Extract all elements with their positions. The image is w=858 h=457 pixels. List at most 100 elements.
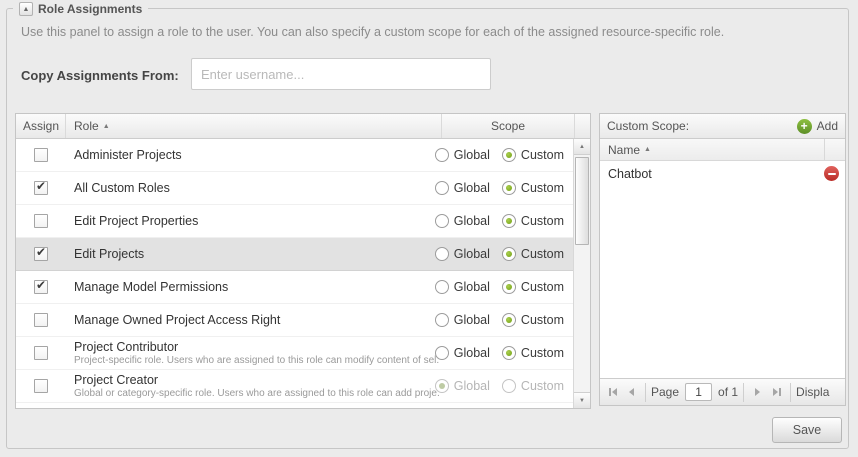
- sort-asc-icon: ▲: [103, 123, 110, 130]
- custom-radio-label: Custom: [521, 313, 564, 327]
- assign-checkbox[interactable]: ✔: [34, 280, 48, 294]
- custom-radio[interactable]: [502, 148, 516, 162]
- custom-radio-label: Custom: [521, 280, 564, 294]
- global-radio[interactable]: [435, 214, 449, 228]
- remove-scope-button[interactable]: [824, 166, 839, 181]
- custom-radio-label: Custom: [521, 346, 564, 360]
- collapse-panel-button[interactable]: ▲: [19, 2, 33, 16]
- table-scrollbar[interactable]: ▲ ▼: [573, 139, 590, 408]
- role-name: Manage Model Permissions: [74, 280, 440, 294]
- table-row[interactable]: ✔ Edit Project Properties Global Custom: [16, 205, 573, 238]
- role-name: All Custom Roles: [74, 181, 440, 195]
- prev-page-icon: [629, 388, 634, 396]
- roles-table-body: ✔ Administer Projects Global Custom ✔ Al…: [16, 139, 590, 408]
- table-row[interactable]: ✔ All Custom Roles Global Custom: [16, 172, 573, 205]
- custom-radio-label: Custom: [521, 247, 564, 261]
- minus-icon: [828, 173, 836, 175]
- global-radio[interactable]: [435, 379, 449, 393]
- last-page-icon: [779, 388, 781, 396]
- scroll-down-button[interactable]: ▼: [574, 392, 590, 408]
- add-label: Add: [817, 119, 838, 133]
- check-icon: ✔: [36, 179, 46, 193]
- last-page-button[interactable]: [768, 384, 785, 401]
- global-radio[interactable]: [435, 148, 449, 162]
- assign-header-label: Assign: [23, 119, 59, 133]
- add-icon: +: [797, 119, 812, 134]
- custom-scope-panel: Custom Scope: + Add Name ▲ Chatbot Page …: [599, 113, 846, 406]
- scope-name: Chatbot: [608, 167, 652, 181]
- name-column-header[interactable]: Name ▲: [600, 139, 845, 161]
- page-number-input[interactable]: [685, 383, 712, 401]
- global-radio-label: Global: [454, 379, 490, 393]
- panel-description: Use this panel to assign a role to the u…: [21, 25, 834, 39]
- global-radio-label: Global: [454, 148, 490, 162]
- global-radio[interactable]: [435, 346, 449, 360]
- save-button[interactable]: Save: [772, 417, 842, 443]
- custom-scope-list: Chatbot: [600, 161, 845, 378]
- first-page-button[interactable]: [604, 384, 621, 401]
- prev-page-button[interactable]: [623, 384, 640, 401]
- copy-assignments-input[interactable]: [191, 58, 491, 90]
- custom-radio[interactable]: [502, 313, 516, 327]
- custom-radio[interactable]: [502, 346, 516, 360]
- add-scope-button[interactable]: + Add: [797, 119, 838, 134]
- scope-header-label: Scope: [491, 119, 525, 133]
- check-icon: ✔: [36, 278, 46, 292]
- custom-radio[interactable]: [502, 247, 516, 261]
- global-radio-label: Global: [454, 346, 490, 360]
- role-description: Project-specific role. Users who are ass…: [74, 355, 440, 366]
- assign-checkbox[interactable]: ✔: [34, 181, 48, 195]
- pagination-separator: [790, 383, 791, 402]
- global-radio-label: Global: [454, 280, 490, 294]
- next-page-button[interactable]: [749, 384, 766, 401]
- custom-radio-label: Custom: [521, 148, 564, 162]
- global-radio-label: Global: [454, 181, 490, 195]
- custom-radio[interactable]: [502, 379, 516, 393]
- global-radio-label: Global: [454, 214, 490, 228]
- pagination-separator: [743, 383, 744, 402]
- custom-radio[interactable]: [502, 181, 516, 195]
- global-radio[interactable]: [435, 181, 449, 195]
- scope-list-item[interactable]: Chatbot: [600, 161, 845, 186]
- table-row[interactable]: ✔ Project Creator Global or category-spe…: [16, 370, 573, 403]
- check-icon: ✔: [36, 245, 46, 259]
- table-row[interactable]: ✔ Project Contributor Project-specific r…: [16, 337, 573, 370]
- display-label: Displa: [796, 385, 829, 399]
- custom-radio[interactable]: [502, 280, 516, 294]
- role-name: Manage Owned Project Access Right: [74, 313, 440, 327]
- panel-legend: ▲ Role Assignments: [13, 1, 148, 17]
- role-name: Edit Projects: [74, 247, 440, 261]
- role-name: Project Contributor: [74, 340, 440, 354]
- assign-checkbox[interactable]: ✔: [34, 214, 48, 228]
- global-radio-label: Global: [454, 313, 490, 327]
- table-row[interactable]: ✔ Edit Projects Global Custom: [16, 238, 573, 271]
- scope-column-header[interactable]: Scope: [441, 114, 574, 138]
- panel-title: Role Assignments: [38, 2, 142, 16]
- assign-checkbox[interactable]: ✔: [34, 313, 48, 327]
- role-column-header[interactable]: Role ▲: [66, 114, 441, 138]
- custom-radio[interactable]: [502, 214, 516, 228]
- role-name: Edit Project Properties: [74, 214, 440, 228]
- custom-radio-label: Custom: [521, 214, 564, 228]
- table-row[interactable]: ✔ Manage Owned Project Access Right Glob…: [16, 304, 573, 337]
- scroll-thumb[interactable]: [575, 157, 589, 245]
- assign-checkbox[interactable]: ✔: [34, 148, 48, 162]
- scroll-up-button[interactable]: ▲: [574, 139, 590, 155]
- sort-asc-icon: ▲: [644, 146, 651, 153]
- assign-checkbox[interactable]: ✔: [34, 379, 48, 393]
- first-page-icon: [612, 388, 617, 396]
- global-radio[interactable]: [435, 313, 449, 327]
- first-page-icon: [609, 388, 611, 396]
- assign-checkbox[interactable]: ✔: [34, 247, 48, 261]
- table-row[interactable]: ✔ Administer Projects Global Custom: [16, 139, 573, 172]
- table-row[interactable]: ✔ Manage Model Permissions Global Custom: [16, 271, 573, 304]
- global-radio[interactable]: [435, 280, 449, 294]
- assign-column-header[interactable]: Assign: [16, 114, 66, 138]
- global-radio-label: Global: [454, 247, 490, 261]
- page-label: Page: [651, 385, 679, 399]
- global-radio[interactable]: [435, 247, 449, 261]
- next-page-icon: [755, 388, 760, 396]
- scrollbar-header-spacer: [574, 114, 590, 138]
- assign-checkbox[interactable]: ✔: [34, 346, 48, 360]
- role-header-label: Role: [74, 119, 99, 133]
